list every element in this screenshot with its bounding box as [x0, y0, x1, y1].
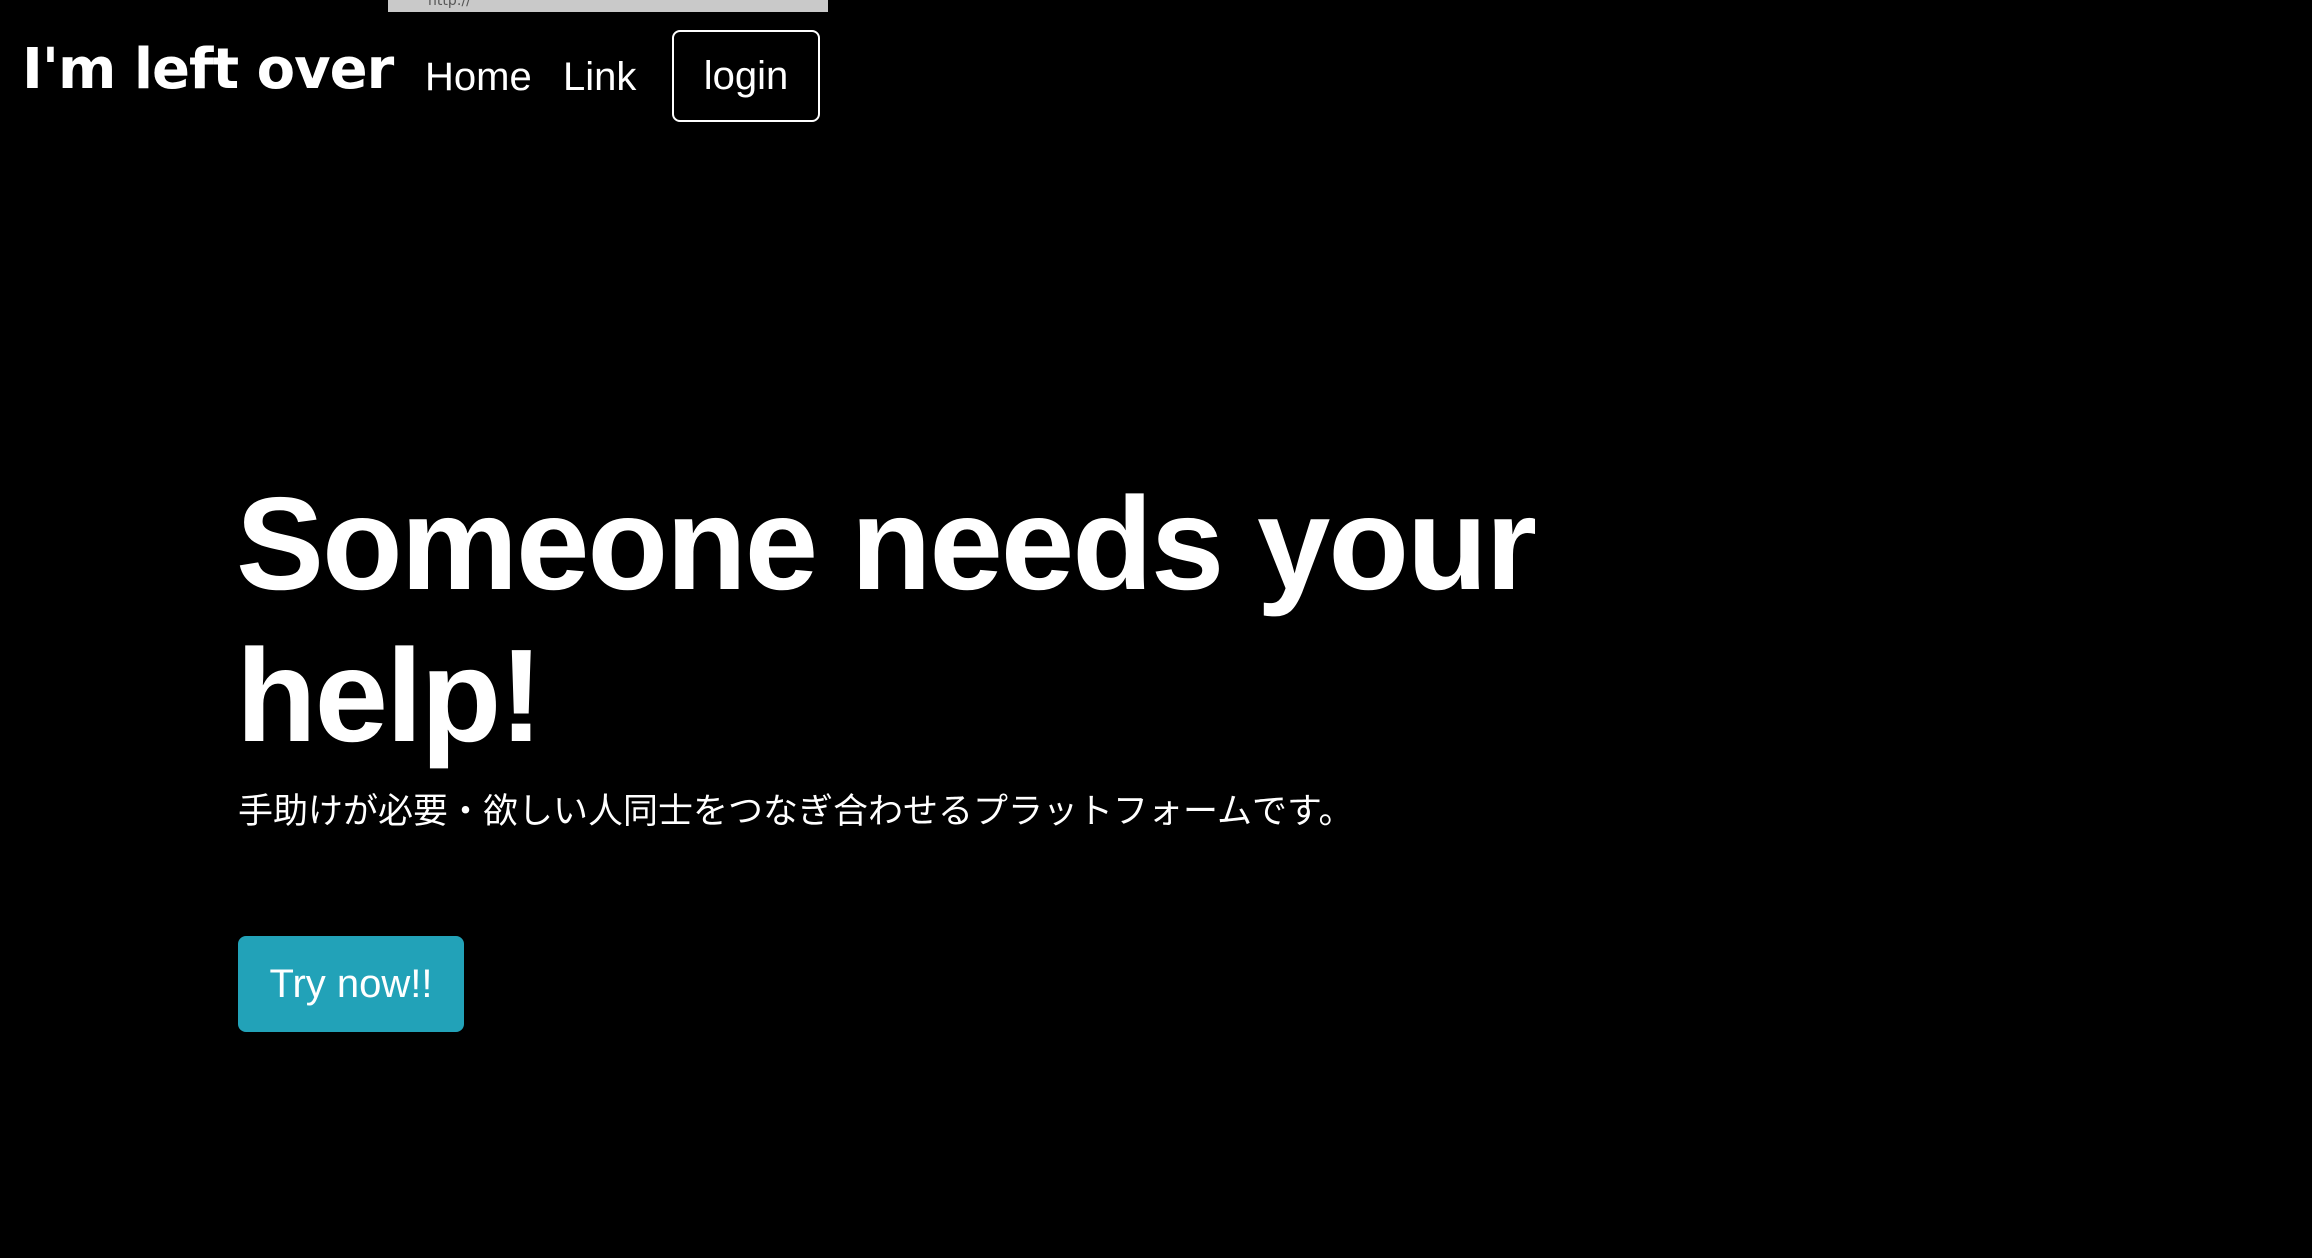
nav-link-home[interactable]: Home — [425, 52, 532, 102]
brand-logo-link[interactable]: I'm left over — [22, 36, 394, 104]
nav-link-link[interactable]: Link — [563, 52, 636, 102]
hero-subtitle: 手助けが必要・欲しい人同士をつなぎ合わせるプラットフォームです。 — [238, 792, 1354, 832]
landing-page: http:// I'm left over Home Link login So… — [0, 0, 2312, 1258]
login-button[interactable]: login — [672, 30, 820, 122]
hero-title: Someone needs your help! — [236, 470, 1537, 769]
try-now-button[interactable]: Try now!! — [238, 936, 464, 1032]
navbar: I'm left over Home Link login — [0, 0, 2312, 140]
